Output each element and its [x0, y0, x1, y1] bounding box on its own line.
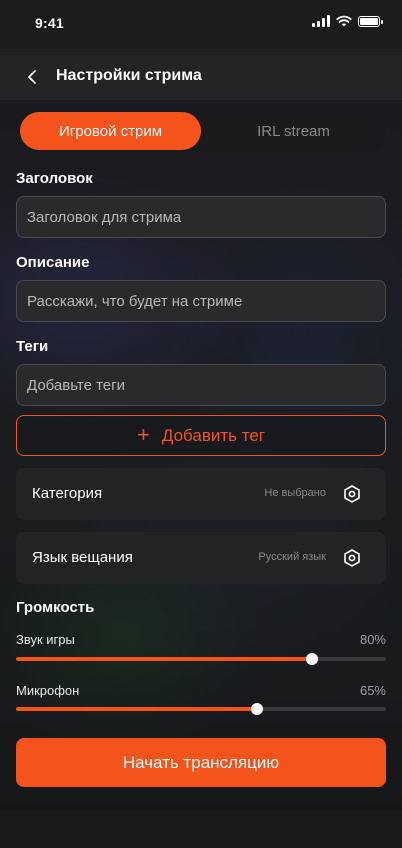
add-tag-label: Добавить тег — [161, 425, 265, 445]
language-select[interactable]: Язык вещания Русский язык — [16, 532, 386, 584]
language-value: Русский язык — [258, 551, 326, 563]
game-sound-value: 80% — [359, 632, 386, 647]
start-stream-button[interactable]: Начать трансляцию — [16, 738, 386, 787]
wifi-icon — [336, 15, 352, 27]
tags-input[interactable] — [16, 364, 386, 406]
mic-value: 65% — [359, 683, 386, 698]
volume-title: Громкость — [16, 599, 95, 616]
hexagon-settings-icon — [344, 549, 360, 567]
description-label: Описание — [16, 254, 90, 271]
game-sound-label: Звук игры — [16, 632, 75, 647]
category-label: Категория — [32, 485, 103, 502]
tab-irl-stream[interactable]: IRL stream — [203, 112, 384, 150]
slider-thumb[interactable] — [306, 653, 318, 665]
tags-label: Теги — [16, 338, 49, 355]
status-time: 9:41 — [35, 15, 64, 31]
bottom-bar — [0, 810, 402, 848]
mic-label: Микрофон — [16, 683, 80, 698]
slider-thumb[interactable] — [250, 703, 263, 715]
mic-slider[interactable] — [16, 703, 386, 715]
slider-fill — [16, 707, 257, 711]
signal-icon — [312, 15, 330, 27]
slider-fill — [16, 657, 312, 661]
tab-game-stream[interactable]: Игровой стрим — [20, 112, 201, 150]
game-sound-slider[interactable] — [16, 653, 386, 665]
status-bar: 9:41 — [0, 0, 402, 48]
hexagon-settings-icon — [344, 485, 360, 503]
category-select[interactable]: Категория Не выбрано — [16, 468, 386, 520]
title-input[interactable] — [16, 196, 386, 238]
header: Настройки стрима — [0, 52, 402, 100]
category-value: Не выбрано — [264, 487, 326, 499]
chevron-left-icon — [28, 70, 36, 84]
add-tag-button[interactable]: + Добавить тег — [16, 415, 386, 456]
title-label: Заголовок — [16, 170, 93, 187]
plus-icon: + — [137, 421, 150, 447]
language-label: Язык вещания — [32, 549, 133, 566]
back-button[interactable] — [22, 67, 42, 87]
battery-icon — [358, 15, 383, 27]
status-icons — [312, 15, 383, 27]
page-title: Настройки стрима — [56, 67, 202, 84]
stream-type-tabs: Игровой стрим IRL stream — [18, 110, 386, 152]
description-input[interactable] — [16, 280, 386, 322]
